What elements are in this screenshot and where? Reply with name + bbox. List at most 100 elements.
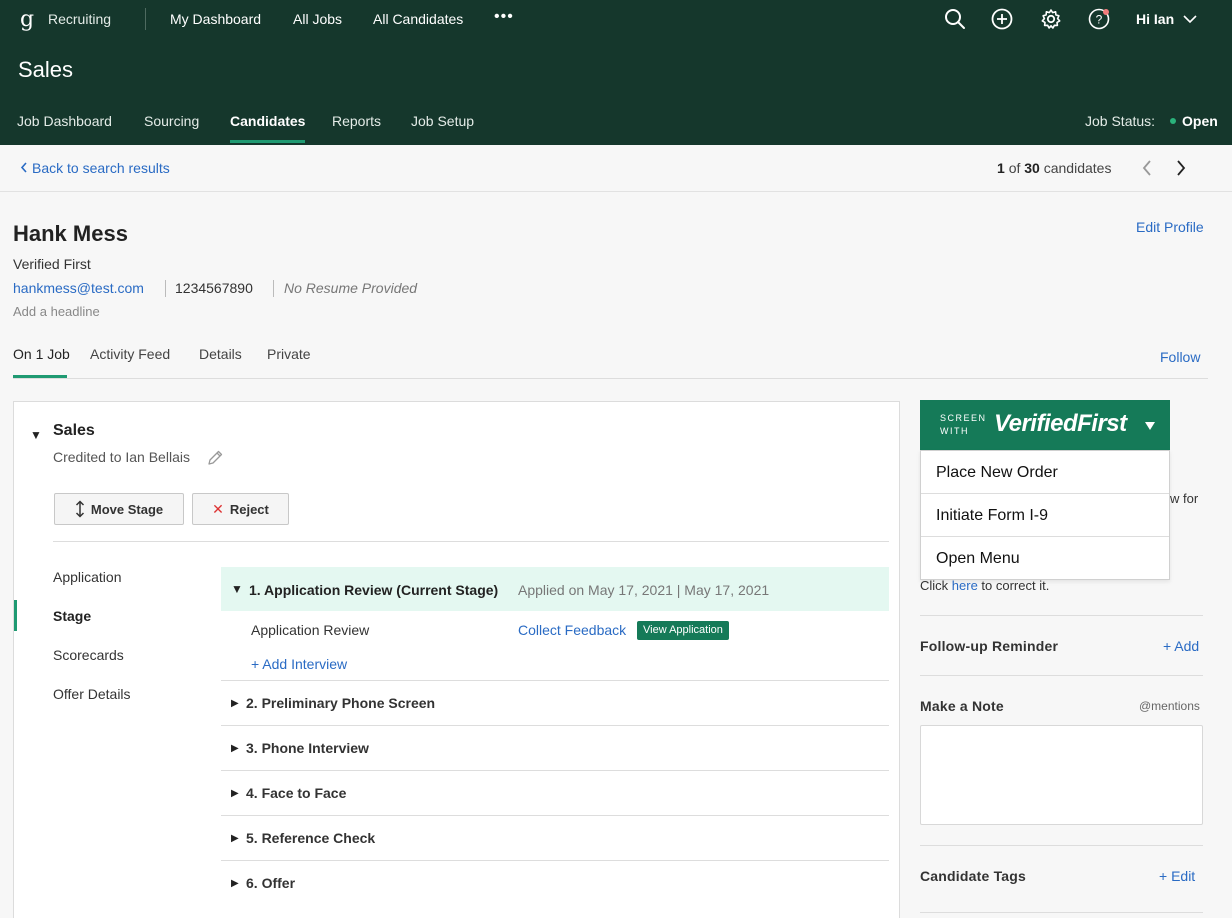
more-nav-icon[interactable]: •••: [494, 8, 514, 26]
side-nav-application[interactable]: Application: [53, 569, 122, 585]
expand-icon: ▶: [231, 788, 239, 799]
side-nav-stage[interactable]: Stage: [53, 608, 91, 624]
back-to-search-link[interactable]: Back to search results: [20, 160, 170, 176]
candidate-email-link[interactable]: hankmess@test.com: [13, 280, 144, 296]
stage-row[interactable]: ▶ 3. Phone Interview: [221, 725, 889, 770]
tab-reports[interactable]: Reports: [332, 113, 381, 129]
job-status-value[interactable]: Open: [1182, 113, 1218, 129]
search-icon[interactable]: [944, 8, 966, 30]
stage-label: 5. Reference Check: [246, 830, 376, 846]
active-side-nav-indicator: [14, 600, 17, 631]
tab-job-setup[interactable]: Job Setup: [411, 113, 474, 129]
candidate-name: Hank Mess: [13, 221, 128, 246]
tab-details[interactable]: Details: [199, 346, 242, 362]
stage-label: 2. Preliminary Phone Screen: [246, 695, 436, 711]
follow-link[interactable]: Follow: [1160, 349, 1200, 365]
candidate-tags-title: Candidate Tags: [920, 868, 1027, 884]
stage-row[interactable]: ▶ 5. Reference Check: [221, 815, 889, 860]
correct-here-link[interactable]: here: [952, 578, 978, 593]
tabs-divider: [13, 378, 1208, 379]
tab-private[interactable]: Private: [267, 346, 311, 362]
nav-all-candidates[interactable]: All Candidates: [373, 11, 463, 27]
move-stage-button[interactable]: Move Stage: [54, 493, 184, 525]
edit-tags-link[interactable]: + Edit: [1159, 868, 1195, 884]
interview-name: Application Review: [251, 622, 370, 638]
nav-all-jobs[interactable]: All Jobs: [293, 11, 342, 27]
verified-first-logo: VerifiedFirst: [994, 410, 1127, 437]
chevron-left-icon: [20, 162, 27, 173]
nav-my-dashboard[interactable]: My Dashboard: [170, 11, 261, 27]
menu-item-place-new-order[interactable]: Place New Order: [921, 451, 1169, 494]
stage-label: 4. Face to Face: [246, 785, 347, 801]
close-icon: ✕: [212, 500, 224, 517]
verified-first-button[interactable]: SCREEN WITH VerifiedFirst: [920, 400, 1170, 450]
tab-job-dashboard[interactable]: Job Dashboard: [17, 113, 112, 129]
pencil-icon[interactable]: [206, 449, 224, 467]
tab-candidates[interactable]: Candidates: [230, 113, 305, 129]
menu-item-open-menu[interactable]: Open Menu: [921, 537, 1169, 580]
followup-reminder-title: Follow-up Reminder: [920, 638, 1059, 654]
stage-row[interactable]: ▶ 2. Preliminary Phone Screen: [221, 680, 889, 725]
nav-divider: [145, 8, 146, 30]
reject-button[interactable]: ✕ Reject: [192, 493, 289, 525]
help-icon[interactable]: ?: [1088, 8, 1110, 30]
add-headline-field[interactable]: Add a headline: [13, 304, 100, 319]
pager-of: of: [1008, 160, 1021, 176]
greenhouse-logo[interactable]: g: [20, 7, 34, 32]
gear-icon[interactable]: [1040, 8, 1062, 30]
tab-sourcing[interactable]: Sourcing: [144, 113, 199, 129]
current-stage-title: 1. Application Review (Current Stage): [249, 582, 499, 598]
expand-icon: ▶: [231, 743, 239, 754]
back-link-label: Back to search results: [32, 160, 170, 176]
note-input[interactable]: [920, 725, 1203, 825]
pager-unit: candidates: [1043, 160, 1112, 176]
correct-it-text: Click here to correct it.: [920, 578, 1050, 593]
menu-item-initiate-form-i9[interactable]: Initiate Form I-9: [921, 494, 1169, 537]
add-circle-icon[interactable]: [991, 8, 1013, 30]
previous-candidate-icon[interactable]: [1141, 159, 1153, 177]
top-header: g Recruiting My Dashboard All Jobs All C…: [0, 0, 1232, 145]
candidate-pager: 1 of 30 candidates: [997, 160, 1111, 176]
resume-status: No Resume Provided: [284, 280, 418, 296]
applied-date: Applied on May 17, 2021 | May 17, 2021: [518, 582, 770, 598]
job-status-label: Job Status:: [1085, 113, 1156, 129]
svg-text:?: ?: [1096, 13, 1103, 27]
expand-icon: ▶: [231, 698, 239, 709]
collapse-stage-icon[interactable]: ▼: [231, 582, 243, 596]
section-divider: [920, 845, 1203, 846]
add-interview-link[interactable]: + Add Interview: [251, 656, 347, 672]
notification-dot: [1103, 9, 1109, 15]
card-divider: [53, 541, 889, 542]
candidate-source: Verified First: [13, 256, 91, 272]
candidate-phone: 1234567890: [175, 280, 253, 296]
next-candidate-icon[interactable]: [1175, 159, 1187, 177]
user-greeting[interactable]: Hi Ian: [1136, 11, 1174, 27]
contact-divider: [165, 280, 166, 297]
tab-on-1-job[interactable]: On 1 Job: [13, 346, 70, 362]
verified-first-dropdown: Place New Order Initiate Form I-9 Open M…: [920, 450, 1170, 580]
expand-icon: ▶: [231, 878, 239, 889]
side-nav-scorecards[interactable]: Scorecards: [53, 647, 124, 663]
active-tab-indicator: [230, 140, 305, 143]
contact-divider: [273, 280, 274, 297]
side-nav-offer-details[interactable]: Offer Details: [53, 686, 131, 702]
edit-profile-link[interactable]: Edit Profile: [1136, 219, 1204, 235]
collapse-job-icon[interactable]: ▼: [30, 428, 42, 442]
view-application-button[interactable]: View Application: [637, 621, 729, 640]
status-dot: [1170, 118, 1176, 124]
section-divider: [920, 615, 1203, 616]
pager-current: 1: [997, 160, 1005, 176]
app-name[interactable]: Recruiting: [48, 11, 111, 27]
stage-row[interactable]: ▶ 4. Face to Face: [221, 770, 889, 815]
mentions-hint: @mentions: [1139, 699, 1200, 713]
credited-to: Credited to Ian Bellais: [53, 449, 190, 465]
reject-label: Reject: [229, 501, 269, 517]
add-reminder-link[interactable]: + Add: [1163, 638, 1199, 654]
stage-row[interactable]: ▶ 6. Offer: [221, 860, 889, 905]
tab-activity-feed[interactable]: Activity Feed: [90, 346, 170, 362]
section-divider: [920, 675, 1203, 676]
up-down-arrow-icon: [75, 500, 84, 518]
make-a-note-title: Make a Note: [920, 698, 1004, 714]
chevron-down-icon[interactable]: [1183, 14, 1197, 24]
collect-feedback-link[interactable]: Collect Feedback: [518, 622, 626, 638]
